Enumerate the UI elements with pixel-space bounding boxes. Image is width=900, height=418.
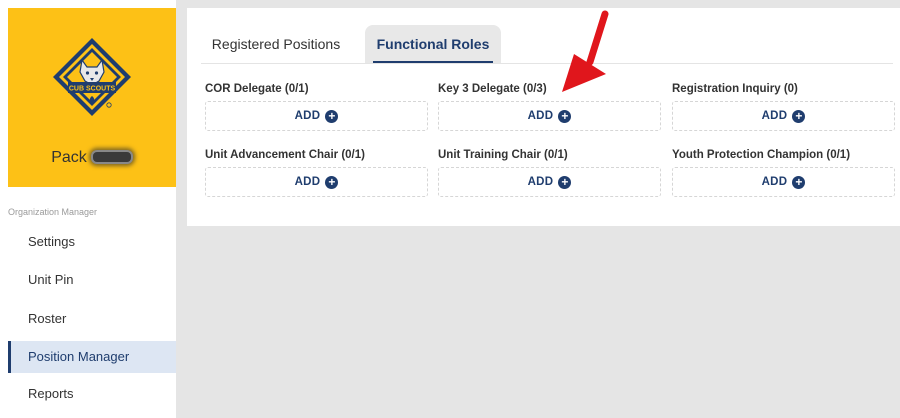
tab-functional-roles[interactable]: Functional Roles [365,25,501,63]
cub-scouts-logo: CUB SCOUTS [53,38,131,116]
add-label: ADD [294,110,321,122]
tab-registered-positions[interactable]: Registered Positions [201,25,351,63]
svg-text:CUB SCOUTS: CUB SCOUTS [69,86,116,93]
active-tab-indicator [373,61,493,63]
add-cor-delegate-button[interactable]: ADD + [205,101,428,131]
add-unit-advancement-chair-button[interactable]: ADD + [205,167,428,197]
plus-circle-icon: + [558,175,572,189]
pack-name: Pack [8,149,176,167]
plus-circle-icon: + [792,175,806,189]
nav-item-reports[interactable]: Reports [8,378,176,410]
plus-circle-icon: + [325,175,339,189]
add-label: ADD [294,176,321,188]
add-key3-delegate-button[interactable]: ADD + [438,101,661,131]
redacted-pack-number [90,150,133,164]
add-youth-protection-champion-button[interactable]: ADD + [672,167,895,197]
position-manager-panel: Registered Positions Functional Roles CO… [187,8,900,226]
plus-circle-icon: + [325,109,339,123]
unit-brand-card: CUB SCOUTS Pack [8,8,176,187]
nav-item-unit-pin[interactable]: Unit Pin [8,264,176,296]
plus-circle-icon: + [792,109,806,123]
role-label-cor-delegate: COR Delegate (0/1) [205,83,309,95]
add-label: ADD [761,110,788,122]
nav-item-position-manager[interactable]: Position Manager [8,341,176,373]
role-label-unit-training-chair: Unit Training Chair (0/1) [438,149,568,161]
role-label-key3-delegate: Key 3 Delegate (0/3) [438,83,547,95]
plus-circle-icon: + [558,109,572,123]
add-label: ADD [527,110,554,122]
red-arrow-icon [562,10,609,92]
role-label-unit-advancement-chair: Unit Advancement Chair (0/1) [205,149,365,161]
tab-bar: Registered Positions Functional Roles [201,22,893,64]
role-label-youth-protection-champion: Youth Protection Champion (0/1) [672,149,851,161]
nav-item-roster[interactable]: Roster [8,303,176,335]
add-label: ADD [527,176,554,188]
add-label: ADD [761,176,788,188]
section-label: Organization Manager [8,207,98,217]
nav-item-settings[interactable]: Settings [8,226,176,258]
sidebar: CUB SCOUTS Pack Organization Manager Set… [0,0,176,418]
add-unit-training-chair-button[interactable]: ADD + [438,167,661,197]
role-label-registration-inquiry: Registration Inquiry (0) [672,83,798,95]
add-registration-inquiry-button[interactable]: ADD + [672,101,895,131]
